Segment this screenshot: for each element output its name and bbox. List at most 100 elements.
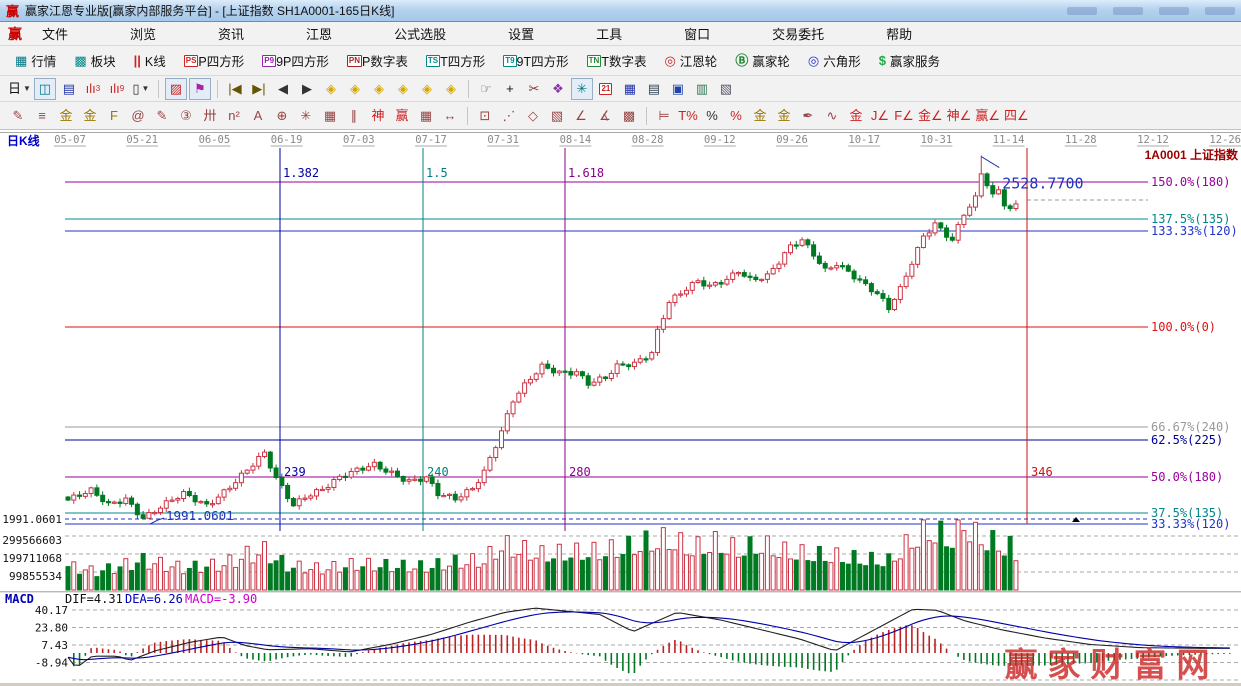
gold-line-button[interactable]: 金 xyxy=(773,105,795,127)
expand-view-button[interactable]: ◈ xyxy=(440,78,462,100)
tally-lines-button[interactable]: 卅 xyxy=(199,105,221,127)
menu-item-7[interactable]: 窗口 xyxy=(684,24,710,43)
dense-grid-button[interactable]: ▩ xyxy=(618,105,640,127)
gold-angle-button[interactable]: 金 xyxy=(845,105,867,127)
trend-angle-button[interactable]: ∠ xyxy=(570,105,592,127)
wave-button[interactable]: ∿ xyxy=(821,105,843,127)
kline-button[interactable]: ||K线 xyxy=(134,51,166,70)
ink-pen-button[interactable]: ✒ xyxy=(797,105,819,127)
menu-item-5[interactable]: 设置 xyxy=(508,24,534,43)
gold-circle-button[interactable]: 金 xyxy=(749,105,771,127)
j-angle-button[interactable]: J∠ xyxy=(869,105,891,127)
minute-marks-button[interactable]: ∥ xyxy=(343,105,365,127)
f-angle-button[interactable]: F∠ xyxy=(893,105,915,127)
zoom-out-horizontal-button[interactable]: ◈ xyxy=(368,78,390,100)
spider-web-button[interactable]: ✳ xyxy=(295,105,317,127)
rect-box-button[interactable]: ⊡ xyxy=(474,105,496,127)
ruler-scale-button[interactable]: ⊨ xyxy=(653,105,675,127)
fibo-f-button[interactable]: F xyxy=(103,105,125,127)
p-number-table-button[interactable]: PNP数字表 xyxy=(347,51,408,70)
draw-pencil-button[interactable]: ✎ xyxy=(7,105,29,127)
titlebar-remote-item-1[interactable] xyxy=(1067,7,1097,15)
prev-bar-button[interactable]: ◀ xyxy=(272,78,294,100)
draw-brush-button[interactable]: ✎ xyxy=(151,105,173,127)
span-arrows-button[interactable]: ↔ xyxy=(439,105,461,127)
spiral-button[interactable]: @ xyxy=(127,105,149,127)
fan-lines-button[interactable]: ⋰ xyxy=(498,105,520,127)
menu-item-6[interactable]: 工具 xyxy=(596,24,622,43)
price-lines-button[interactable]: ≡ xyxy=(31,105,53,127)
menu-item-0[interactable]: 文件 xyxy=(42,24,68,43)
grid-123-button[interactable]: ▦ xyxy=(415,105,437,127)
sectors-button[interactable]: ▩板块 xyxy=(74,51,115,70)
erase-scissors-button[interactable]: ✂ xyxy=(523,78,545,100)
export-image-button[interactable]: ▥ xyxy=(691,78,713,100)
save-button[interactable]: ▣ xyxy=(667,78,689,100)
first-page-button[interactable]: |◀ xyxy=(224,78,246,100)
print-button[interactable]: ▧ xyxy=(715,78,737,100)
hexagon-button[interactable]: ◎六角形 xyxy=(808,51,861,70)
t-percent-button[interactable]: T% xyxy=(677,105,699,127)
gann-wheel-button[interactable]: ◎江恩轮 xyxy=(664,51,717,70)
calendar-button[interactable]: 21 xyxy=(595,78,617,100)
drag-hand-button[interactable]: ☞ xyxy=(475,78,497,100)
9t-square-button[interactable]: T99T四方形 xyxy=(503,51,568,70)
9p-square-button[interactable]: P99P四方形 xyxy=(262,51,329,70)
nine-line-chart-button[interactable]: ılı9 xyxy=(106,78,128,100)
circle-3-button[interactable]: ③ xyxy=(175,105,197,127)
titlebar-remote-item-4[interactable] xyxy=(1205,7,1235,15)
color-flag-tool-button[interactable]: ⚑ xyxy=(189,78,211,100)
winner-service-button[interactable]: $赢家服务 xyxy=(879,51,940,70)
si-angle-button[interactable]: 四∠ xyxy=(1003,105,1030,127)
price-chart[interactable]: 05-0705-2106-0506-1907-0307-1707-3108-14… xyxy=(0,130,1241,686)
gann-circle-button[interactable]: ⊕ xyxy=(271,105,293,127)
winner-wheel-button[interactable]: Ⓑ赢家轮 xyxy=(735,51,790,70)
gann-tool-teal-button[interactable]: ✳ xyxy=(571,78,593,100)
f10-info-button[interactable]: ▤ xyxy=(58,78,80,100)
menu-item-4[interactable]: 公式选股 xyxy=(394,24,446,43)
jin-angle-button[interactable]: 金∠ xyxy=(917,105,944,127)
shen-angle-button[interactable]: 神∠ xyxy=(946,105,973,127)
crosshair-button[interactable]: + xyxy=(499,78,521,100)
window-titlebar[interactable]: 赢 赢家江恩专业版[赢家内部服务平台] - [上证指数 SH1A0001-165… xyxy=(0,0,1241,22)
measure-angle-button[interactable]: ∡ xyxy=(594,105,616,127)
calculator-button[interactable]: ▦ xyxy=(619,78,641,100)
ying-tool-button[interactable]: 赢 xyxy=(391,105,413,127)
gold-split-lines-button[interactable]: 金 xyxy=(55,105,77,127)
menu-item-3[interactable]: 江恩 xyxy=(306,24,332,43)
menu-item-9[interactable]: 帮助 xyxy=(886,24,912,43)
menu-item-2[interactable]: 资讯 xyxy=(218,24,244,43)
t-number-table-button[interactable]: TNT数字表 xyxy=(587,51,647,70)
percent-button[interactable]: % xyxy=(701,105,723,127)
titlebar-remote-item-3[interactable] xyxy=(1159,7,1189,15)
titlebar-remote-item-2[interactable] xyxy=(1113,7,1143,15)
chart-window-button[interactable]: ◫ xyxy=(34,78,56,100)
t-square-button[interactable]: TST四方形 xyxy=(426,51,485,70)
pattern-tool-button[interactable]: ▨ xyxy=(165,78,187,100)
last-page-button[interactable]: ▶| xyxy=(248,78,270,100)
shaded-fan-button[interactable]: ▧ xyxy=(546,105,568,127)
percent-line-button[interactable]: % xyxy=(725,105,747,127)
compress-view-button[interactable]: ◈ xyxy=(416,78,438,100)
period-day-selector-button[interactable]: 日▼ xyxy=(7,78,32,100)
angle-a-button[interactable]: A xyxy=(247,105,269,127)
gold-grid-button[interactable]: 金 xyxy=(79,105,101,127)
candle-style-button[interactable]: ▯▼ xyxy=(130,78,152,100)
shift-left-button[interactable]: ◈ xyxy=(320,78,342,100)
p-square-button[interactable]: PSP四方形 xyxy=(184,51,245,70)
ying-angle-button[interactable]: 赢∠ xyxy=(974,105,1001,127)
color-flag-tool-icon: ⚑ xyxy=(194,82,206,95)
shift-right-button[interactable]: ◈ xyxy=(344,78,366,100)
zoom-in-horizontal-button[interactable]: ◈ xyxy=(392,78,414,100)
notes-button[interactable]: ▤ xyxy=(643,78,665,100)
shen-tool-button[interactable]: 神 xyxy=(367,105,389,127)
n-square-button[interactable]: n² xyxy=(223,105,245,127)
square-web-button[interactable]: ▦ xyxy=(319,105,341,127)
three-line-chart-button[interactable]: ılı3 xyxy=(82,78,104,100)
quotes-button[interactable]: ▦行情 xyxy=(15,51,56,70)
next-bar-button[interactable]: ▶ xyxy=(296,78,318,100)
pentagon-button[interactable]: ◇ xyxy=(522,105,544,127)
menu-item-8[interactable]: 交易委托 xyxy=(772,24,824,43)
menu-item-1[interactable]: 浏览 xyxy=(130,24,156,43)
gann-tool-purple-button[interactable]: ❖ xyxy=(547,78,569,100)
